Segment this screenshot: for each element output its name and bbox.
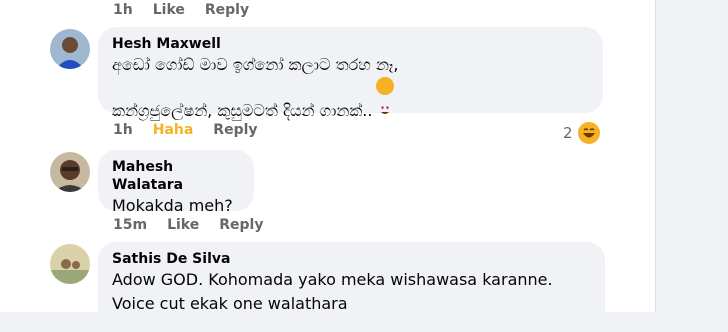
haha-reaction-button[interactable]: Haha [153,122,194,138]
avatar[interactable] [50,244,90,284]
avatar[interactable] [50,152,90,192]
like-button[interactable]: Like [167,217,199,233]
comment-bubble: Hesh Maxwell අඩෝ ගෝඩ් මාව ඉග්නෝ කලාට තරහ… [98,27,603,120]
comment-author[interactable]: Mahesh Walatara [112,158,242,194]
comment-bubble: Sathis De Silva Adow GOD. Kohomada yako … [98,242,605,332]
reaction-count: 2 [563,124,573,142]
comment-bubble: Mahesh Walatara Mokakda meh? [98,150,254,215]
like-button[interactable]: Like [153,2,185,18]
reaction-summary[interactable]: 2 [563,120,602,146]
laughing-emoji-icon [575,120,602,146]
reply-button[interactable]: Reply [213,122,257,138]
comment-author[interactable]: Hesh Maxwell [112,35,591,53]
comment-actions: 15m Like Reply [113,215,283,235]
comment-time[interactable]: 1h [113,122,133,138]
comment-actions: 1h Haha Reply [113,120,278,140]
comment-text: අඩෝ ගෝඩ් මාව ඉග්නෝ කලාට තරහ නෑ, කන්ග්‍රජ… [112,55,399,120]
comment-text: Adow GOD. Kohomada yako meka wishawasa k… [112,270,553,313]
comment-actions: 1h Like Reply [113,0,269,20]
panel-divider [655,0,656,312]
heart-eyes-emoji-icon [376,77,395,114]
avatar-image [50,152,90,192]
comment-time[interactable]: 1h [113,2,133,18]
comment-author[interactable]: Sathis De Silva [112,250,593,268]
reply-button[interactable]: Reply [205,2,249,18]
avatar-image [50,29,90,69]
comment-time[interactable]: 15m [113,217,147,233]
avatar[interactable] [50,29,90,69]
avatar-image [50,244,90,284]
reply-button[interactable]: Reply [219,217,263,233]
